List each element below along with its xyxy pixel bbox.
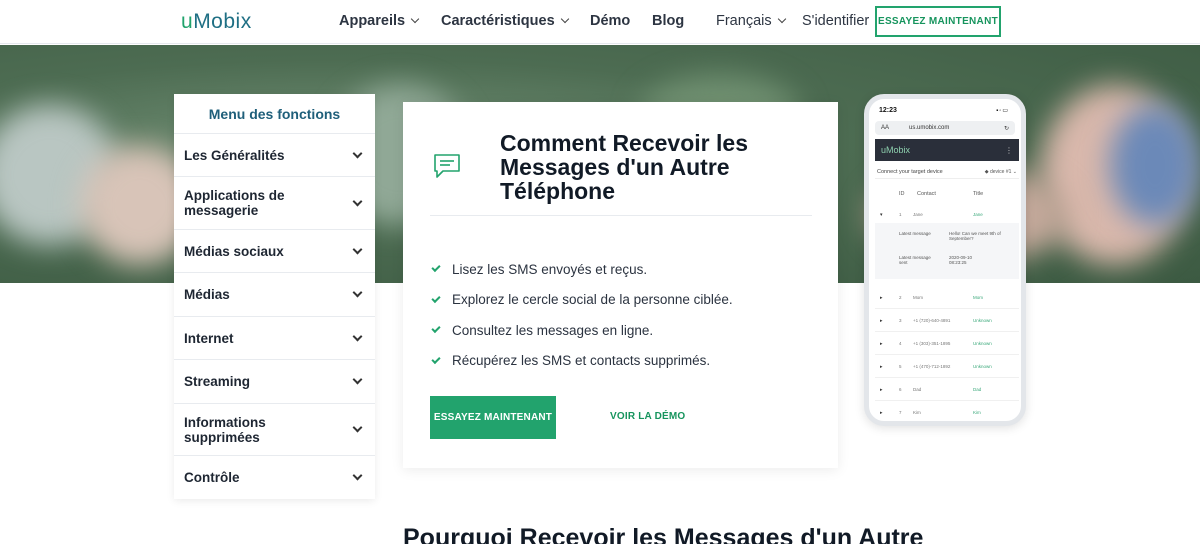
chevron-down-icon [352, 244, 363, 254]
phone-target-device: Connect your target device ◆ device #1 ⌄ [875, 165, 1019, 179]
check-icon [431, 324, 441, 334]
features-menu: Menu des fonctions Les Généralités Appli… [174, 94, 375, 499]
phone-table-row: ▸ 6 Dad Dad [875, 379, 1019, 401]
menu-item-generalites[interactable]: Les Généralités [174, 134, 375, 177]
view-demo-link[interactable]: VOIR LA DÉMO [610, 411, 685, 422]
chevron-down-icon [352, 331, 363, 341]
phone-table-row: ▸ 4 +1 (303)-351-1895 Unknown [875, 333, 1019, 355]
chevron-down-icon [352, 148, 363, 158]
phone-app-bar: uMobix ⋮ [875, 139, 1019, 161]
nav-appareils[interactable]: Appareils [339, 13, 420, 29]
phone-table-row: ▸ 2 Mom Mom [875, 287, 1019, 309]
feature-item: Récupérez les SMS et contacts supprimés. [430, 346, 733, 377]
menu-item-streaming[interactable]: Streaming [174, 360, 375, 404]
phone-mockup: 12:23 ▪︎◦▭ AA us.umobix.com ↻ uMobix ⋮ Co… [864, 94, 1026, 426]
menu-item-controle[interactable]: Contrôle [174, 456, 375, 499]
feature-card: Comment Recevoir les Messages d'un Autre… [403, 102, 838, 468]
chevron-down-icon [352, 374, 363, 385]
phone-url: us.umobix.com [909, 125, 950, 131]
more-icon: ⋮ [1005, 145, 1013, 155]
chevron-down-icon [777, 14, 786, 24]
menu-item-medias[interactable]: Médias [174, 273, 375, 317]
chevron-down-icon [352, 422, 363, 433]
check-icon [431, 263, 441, 273]
login-link[interactable]: S'identifier [802, 13, 869, 29]
feature-item: Consultez les messages en ligne. [430, 315, 733, 346]
phone-url-bar: AA us.umobix.com ↻ [875, 121, 1015, 135]
phone-time: 12:23 [879, 107, 897, 114]
chevron-down-icon [352, 196, 363, 206]
phone-table-row: ▾ 1 Jane Jane [880, 212, 983, 218]
site-header: uMobix Appareils Caractéristiques Démo B… [0, 0, 1200, 44]
phone-status-icons: ▪︎◦▭ [996, 108, 1009, 114]
phone-table-row: ▸ 3 +1 (720)-640-4891 Unknown [875, 310, 1019, 332]
menu-item-messagerie[interactable]: Applications de messagerie [174, 177, 375, 230]
chevron-down-icon [352, 287, 363, 298]
features-menu-title: Menu des fonctions [174, 94, 375, 134]
chevron-down-icon [352, 470, 363, 481]
nav-demo[interactable]: Démo [590, 13, 630, 29]
menu-item-medias-sociaux[interactable]: Médias sociaux [174, 230, 375, 273]
nav-blog[interactable]: Blog [652, 13, 684, 29]
section-heading: Pourquoi Recevoir les Messages d'un Autr… [403, 524, 924, 544]
card-title: Comment Recevoir les Messages d'un Autre… [500, 130, 748, 204]
device-selector: ◆ device #1 ⌄ [984, 168, 1017, 175]
divider [430, 215, 812, 216]
header-try-now-button[interactable]: ESSAYEZ MAINTENANT [875, 6, 1001, 37]
feature-item: Explorez le cercle social de la personne… [430, 285, 733, 316]
check-icon [431, 293, 441, 303]
menu-item-informations-supprimees[interactable]: Informations supprimées [174, 404, 375, 456]
chevron-down-icon [560, 14, 569, 24]
reload-icon: ↻ [1003, 125, 1009, 132]
message-icon [434, 154, 460, 178]
umobix-logo[interactable]: uMobix [181, 10, 252, 34]
language-selector[interactable]: Français [716, 13, 786, 29]
phone-message-detail: Latest message Hello! Can we meet 9th of… [875, 223, 1019, 279]
try-now-button[interactable]: ESSAYEZ MAINTENANT [430, 396, 556, 439]
phone-table-row: ▸ 7 Kim Kim [875, 402, 1019, 421]
check-icon [431, 354, 441, 364]
menu-item-internet[interactable]: Internet [174, 317, 375, 360]
nav-caracteristiques[interactable]: Caractéristiques [441, 13, 569, 29]
chevron-down-icon [410, 14, 420, 24]
phone-table-row: ▸ 5 +1 (470)-712-1892 Unknown [875, 356, 1019, 378]
feature-item: Lisez les SMS envoyés et reçus. [430, 254, 733, 285]
feature-list: Lisez les SMS envoyés et reçus. Explorez… [430, 254, 733, 376]
